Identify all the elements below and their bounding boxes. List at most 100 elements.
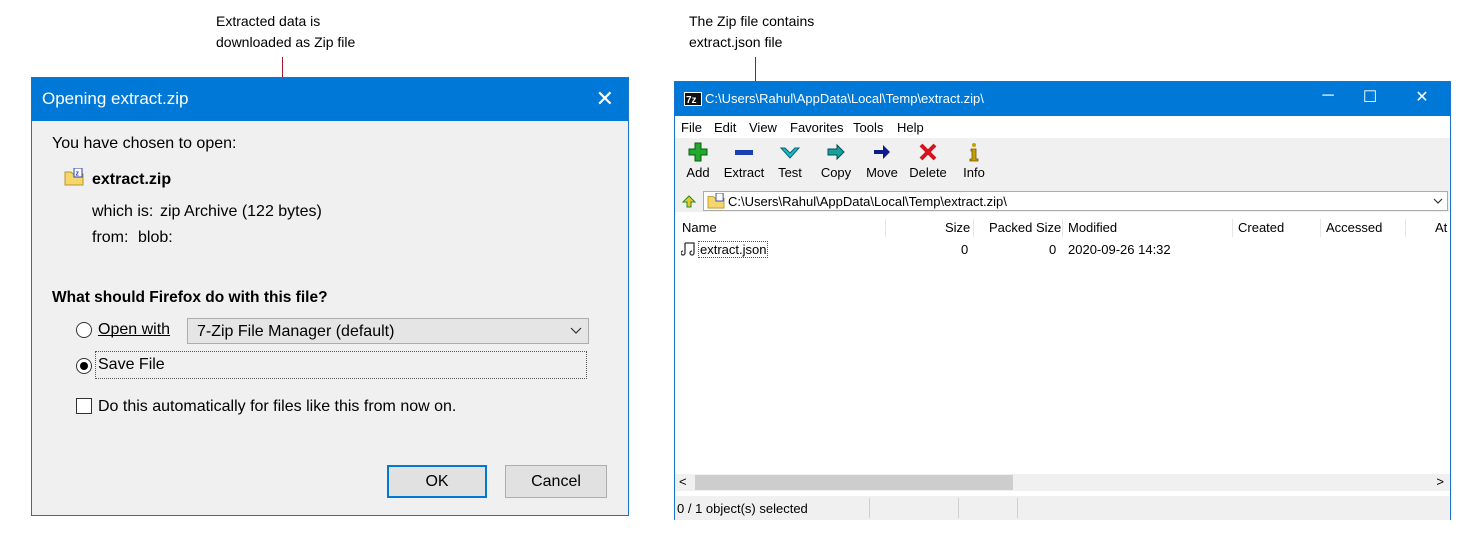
menu-edit[interactable]: Edit	[714, 120, 736, 135]
menu-bar: File Edit View Favorites Tools Help	[675, 116, 1450, 138]
close-icon[interactable]: ✕	[1402, 87, 1442, 107]
file-name: extract.zip	[92, 171, 172, 188]
zip-file-icon: z	[64, 168, 84, 186]
status-separator	[1017, 498, 1018, 518]
col-modified[interactable]: Modified	[1068, 220, 1117, 235]
open-with-select[interactable]: 7-Zip File Manager (default)	[187, 318, 589, 344]
dialog-titlebar: Opening extract.zip ✕	[32, 78, 628, 121]
move-button[interactable]: Move	[859, 138, 905, 180]
callout-left-line2: downloaded as Zip file	[216, 34, 356, 50]
auto-checkbox[interactable]	[76, 398, 92, 414]
move-label: Move	[866, 165, 898, 180]
which-is-value: zip Archive (122 bytes)	[160, 203, 322, 220]
menu-help[interactable]: Help	[897, 120, 924, 135]
row-size: 0	[961, 242, 969, 257]
x-icon	[919, 143, 937, 161]
col-packed-size[interactable]: Packed Size	[989, 220, 1061, 235]
row-name: extract.json	[698, 241, 769, 258]
add-button[interactable]: Add	[675, 138, 721, 180]
info-label: Info	[963, 165, 985, 180]
col-name[interactable]: Name	[682, 220, 717, 235]
ok-button[interactable]: OK	[387, 465, 487, 498]
from-label: from:	[92, 229, 129, 246]
open-with-label[interactable]: Open with	[98, 321, 170, 339]
col-separator	[885, 219, 886, 237]
menu-favorites[interactable]: Favorites	[790, 120, 843, 135]
chevron-down-icon	[570, 327, 582, 334]
cancel-button[interactable]: Cancel	[505, 465, 607, 498]
svg-text:7z: 7z	[686, 95, 697, 106]
delete-button[interactable]: Delete	[905, 138, 951, 180]
row-packed-size: 0	[1049, 242, 1057, 257]
open-with-radio[interactable]	[76, 322, 92, 338]
status-separator	[869, 498, 870, 518]
maximize-icon[interactable]: ☐	[1350, 87, 1390, 107]
copy-label: Copy	[820, 165, 852, 180]
up-folder-icon[interactable]	[681, 193, 697, 209]
toolbar: Add Extract Test Copy Move Delete Info	[675, 138, 1450, 190]
callout-left-line1: Extracted data is	[216, 13, 321, 29]
extract-button[interactable]: Extract	[721, 138, 767, 180]
dialog-title: Opening extract.zip	[42, 89, 189, 108]
json-file-icon	[681, 242, 695, 256]
test-button[interactable]: Test	[767, 138, 813, 180]
info-button[interactable]: Info	[951, 138, 997, 180]
callout-right: The Zip file contains extract.json file	[689, 11, 814, 53]
sevenzip-app-icon: 7z	[684, 92, 702, 106]
chevron-down-icon[interactable]	[1433, 198, 1443, 205]
auto-checkbox-label[interactable]: Do this automatically for files like thi…	[98, 398, 456, 416]
save-file-focus-box[interactable]: Save File	[95, 351, 587, 379]
copy-button[interactable]: Copy	[813, 138, 859, 180]
address-input[interactable]: C:\Users\Rahul\AppData\Local\Temp\extrac…	[703, 191, 1448, 211]
info-icon	[969, 143, 979, 162]
col-created[interactable]: Created	[1238, 220, 1284, 235]
check-icon	[779, 147, 801, 159]
col-separator	[1405, 219, 1406, 237]
column-header: Name Size Packed Size Modified Created A…	[675, 217, 1450, 237]
extract-label: Extract	[723, 165, 765, 180]
close-icon[interactable]: ✕	[596, 86, 614, 112]
col-attributes[interactable]: At	[1435, 220, 1447, 235]
horizontal-scrollbar[interactable]: < >	[675, 474, 1450, 491]
scroll-right-icon[interactable]: >	[1436, 474, 1444, 489]
copy-arrow-icon	[827, 143, 845, 161]
table-row[interactable]: extract.json 0 0 2020-09-26 14:32	[675, 239, 1450, 259]
zip-file-icon	[707, 193, 725, 209]
svg-text:z: z	[76, 171, 80, 178]
callout-right-line1: The Zip file contains	[689, 13, 815, 29]
col-size[interactable]: Size	[945, 220, 970, 235]
row-modified: 2020-09-26 14:32	[1068, 242, 1171, 257]
address-bar: C:\Users\Rahul\AppData\Local\Temp\extrac…	[675, 190, 1450, 212]
sevenzip-window: 7z C:\Users\Rahul\AppData\Local\Temp\ext…	[674, 81, 1451, 520]
col-separator	[973, 219, 974, 237]
col-separator	[1232, 219, 1233, 237]
save-file-label: Save File	[98, 356, 165, 373]
add-label: Add	[686, 165, 710, 180]
col-separator	[1062, 219, 1063, 237]
scrollbar-thumb[interactable]	[695, 475, 1013, 490]
save-file-radio[interactable]	[76, 358, 92, 374]
minus-icon	[735, 150, 753, 155]
menu-view[interactable]: View	[749, 120, 777, 135]
status-bar: 0 / 1 object(s) selected	[675, 496, 1450, 520]
address-path: C:\Users\Rahul\AppData\Local\Temp\extrac…	[728, 194, 1007, 209]
scroll-left-icon[interactable]: <	[679, 474, 687, 489]
intro-text: You have chosen to open:	[52, 135, 237, 152]
sevenzip-title: C:\Users\Rahul\AppData\Local\Temp\extrac…	[705, 91, 984, 106]
open-with-select-value: 7-Zip File Manager (default)	[197, 323, 395, 340]
sevenzip-titlebar: 7z C:\Users\Rahul\AppData\Local\Temp\ext…	[675, 82, 1450, 116]
firefox-download-dialog: Opening extract.zip ✕ You have chosen to…	[31, 77, 629, 516]
status-separator	[958, 498, 959, 518]
callout-left: Extracted data is downloaded as Zip file	[216, 11, 355, 53]
plus-icon	[688, 142, 708, 162]
callout-right-line2: extract.json file	[689, 34, 783, 50]
col-accessed[interactable]: Accessed	[1326, 220, 1382, 235]
col-separator	[1320, 219, 1321, 237]
delete-label: Delete	[909, 165, 947, 180]
menu-tools[interactable]: Tools	[853, 120, 883, 135]
menu-file[interactable]: File	[681, 120, 702, 135]
question-heading: What should Firefox do with this file?	[52, 289, 328, 306]
minimize-icon[interactable]: ─	[1308, 87, 1348, 105]
which-is-label: which is:	[92, 203, 154, 220]
test-label: Test	[778, 165, 802, 180]
